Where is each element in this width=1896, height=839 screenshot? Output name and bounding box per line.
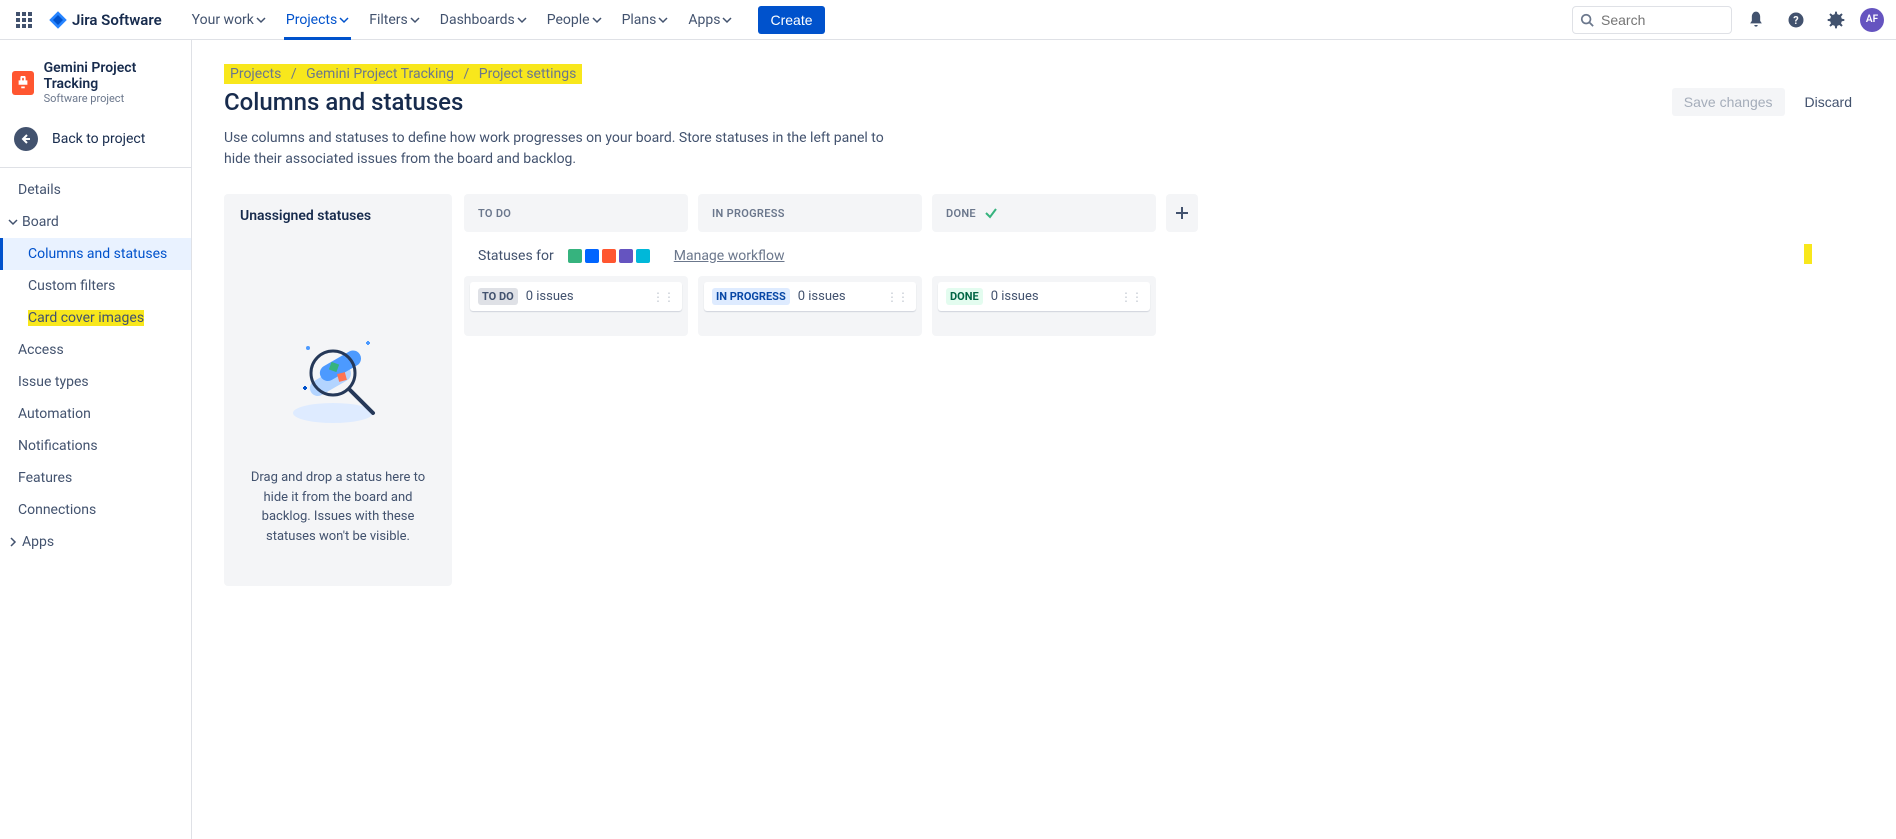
sidebar-connections[interactable]: Connections [0,494,191,526]
jira-logo[interactable]: Jira Software [40,10,170,30]
column-header-done[interactable]: DONE [932,194,1156,232]
manage-workflow-link[interactable]: Manage workflow [674,248,785,264]
issue-type-subtask-icon[interactable] [636,249,650,263]
sidebar-features[interactable]: Features [0,462,191,494]
back-to-project[interactable]: Back to project [0,117,191,161]
sidebar-access[interactable]: Access [0,334,191,366]
back-arrow-icon [14,127,38,151]
nav-projects[interactable]: Projects [276,0,359,40]
breadcrumb-projects[interactable]: Projects [230,66,281,82]
empty-state-illustration [278,318,398,438]
search-icon [1580,13,1594,27]
sidebar-columns-statuses[interactable]: Columns and statuses [0,238,191,270]
main-content: Projects / Gemini Project Tracking / Pro… [192,40,1896,839]
top-navigation: Jira Software Your work Projects Filters… [0,0,1896,40]
unassigned-title: Unassigned statuses [224,194,452,238]
nav-dashboards[interactable]: Dashboards [430,0,537,40]
app-switcher-icon[interactable] [12,8,36,32]
sidebar-notifications[interactable]: Notifications [0,430,191,462]
help-icon[interactable]: ? [1780,4,1812,36]
nav-apps[interactable]: Apps [678,0,742,40]
issue-type-story-icon[interactable] [568,249,582,263]
drag-handle-icon[interactable]: ⋮⋮ [1120,290,1142,304]
drag-handle-icon[interactable]: ⋮⋮ [886,290,908,304]
nav-plans[interactable]: Plans [612,0,679,40]
add-column-button[interactable] [1166,194,1198,232]
sidebar-issue-types[interactable]: Issue types [0,366,191,398]
sidebar-apps[interactable]: Apps [0,526,191,558]
column-body-todo[interactable]: TO DO 0 issues ⋮⋮ [464,276,688,336]
nav-your-work[interactable]: Your work [182,0,276,40]
column-body-done[interactable]: DONE 0 issues ⋮⋮ [932,276,1156,336]
issue-type-icons [568,249,650,263]
breadcrumb-project[interactable]: Gemini Project Tracking [306,66,454,82]
column-header-inprogress[interactable]: IN PROGRESS [698,194,922,232]
statuses-for-label: Statuses for [478,248,554,264]
issue-type-epic-icon[interactable] [619,249,633,263]
project-type: Software project [44,92,179,105]
nav-filters[interactable]: Filters [359,0,430,40]
notifications-icon[interactable] [1740,4,1772,36]
search-input[interactable] [1572,6,1732,34]
issue-type-task-icon[interactable] [585,249,599,263]
sidebar: Gemini Project Tracking Software project… [0,40,192,839]
status-card-todo[interactable]: TO DO 0 issues ⋮⋮ [470,282,682,311]
svg-text:?: ? [1793,14,1798,27]
column-header-todo[interactable]: TO DO [464,194,688,232]
column-body-inprogress[interactable]: IN PROGRESS 0 issues ⋮⋮ [698,276,922,336]
project-icon [12,71,34,95]
project-header: Gemini Project Tracking Software project [0,40,191,117]
create-button[interactable]: Create [758,6,824,34]
nav-items: Your work Projects Filters Dashboards Pe… [182,0,743,40]
project-name: Gemini Project Tracking [44,60,179,92]
chevron-down-icon [8,217,18,227]
breadcrumb: Projects / Gemini Project Tracking / Pro… [224,64,582,84]
plus-icon [1174,205,1190,221]
unassigned-statuses-panel: Unassigned statuses [224,194,452,586]
discard-button[interactable]: Discard [1793,88,1864,116]
empty-state-text: Drag and drop a status here to hide it f… [244,468,432,546]
breadcrumb-settings[interactable]: Project settings [479,66,577,82]
page-title: Columns and statuses [224,88,463,116]
status-card-done[interactable]: DONE 0 issues ⋮⋮ [938,282,1150,311]
sidebar-custom-filters[interactable]: Custom filters [0,270,191,302]
highlight-mark [1804,244,1812,264]
sidebar-card-cover[interactable]: Card cover images [0,302,191,334]
sidebar-automation[interactable]: Automation [0,398,191,430]
user-avatar[interactable]: AF [1860,8,1884,32]
save-changes-button[interactable]: Save changes [1672,88,1785,116]
status-card-inprogress[interactable]: IN PROGRESS 0 issues ⋮⋮ [704,282,916,311]
chevron-right-icon [8,537,18,547]
check-icon [984,206,998,220]
sidebar-details[interactable]: Details [0,174,191,206]
search-box [1572,6,1732,34]
nav-people[interactable]: People [537,0,612,40]
settings-icon[interactable] [1820,4,1852,36]
product-name: Jira Software [72,11,162,29]
drag-handle-icon[interactable]: ⋮⋮ [652,290,674,304]
sidebar-board[interactable]: Board [0,206,191,238]
page-description: Use columns and statuses to define how w… [224,128,884,170]
issue-type-bug-icon[interactable] [602,249,616,263]
